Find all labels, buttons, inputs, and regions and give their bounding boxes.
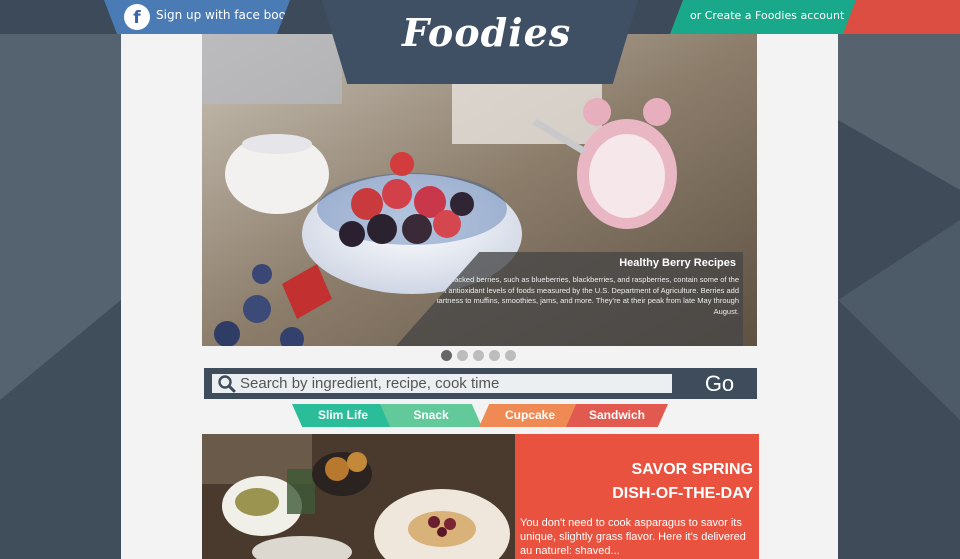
slider-dot[interactable] bbox=[457, 350, 468, 361]
search-icon bbox=[218, 375, 236, 393]
slider-dot[interactable] bbox=[441, 350, 452, 361]
dish-title-line2: DISH-OF-THE-DAY bbox=[612, 485, 753, 502]
search-bar: Go bbox=[204, 368, 757, 399]
tag-cupcake[interactable]: Cupcake bbox=[479, 404, 581, 427]
dish-title-line1: SAVOR SPRING bbox=[631, 461, 754, 478]
search-input[interactable] bbox=[240, 374, 670, 393]
create-account-button[interactable]: or Create a Foodies account bbox=[670, 0, 856, 34]
slider-dot[interactable] bbox=[473, 350, 484, 361]
facebook-signup-label: Sign up with face book bbox=[156, 8, 293, 22]
tag-sandwich[interactable]: Sandwich bbox=[566, 404, 668, 427]
site-logo[interactable]: Foodies bbox=[402, 10, 571, 55]
dish-of-the-day-panel[interactable]: SAVOR SPRING DISH-OF-THE-DAY You don't n… bbox=[515, 434, 759, 559]
logo-banner: Foodies bbox=[322, 0, 638, 84]
create-account-label: or Create a Foodies account bbox=[690, 9, 845, 22]
tag-snack[interactable]: Snack bbox=[380, 404, 482, 427]
tag-slim-life[interactable]: Slim Life bbox=[292, 404, 394, 427]
slider-dot[interactable] bbox=[505, 350, 516, 361]
dish-title: SAVOR SPRING DISH-OF-THE-DAY bbox=[523, 458, 753, 506]
slider-dot[interactable] bbox=[489, 350, 500, 361]
facebook-signup-button[interactable]: f Sign up with face book bbox=[104, 0, 290, 34]
search-field bbox=[212, 374, 672, 393]
dish-description: You don't need to cook asparagus to savo… bbox=[520, 517, 746, 557]
hero-description: Antioxidant-packed berries, such as blue… bbox=[410, 275, 739, 316]
hero-title: Healthy Berry Recipes bbox=[619, 257, 736, 269]
dish-image bbox=[202, 434, 515, 559]
dish-photo[interactable] bbox=[202, 434, 515, 559]
go-button[interactable]: Go bbox=[682, 368, 757, 399]
facebook-icon: f bbox=[124, 4, 150, 30]
